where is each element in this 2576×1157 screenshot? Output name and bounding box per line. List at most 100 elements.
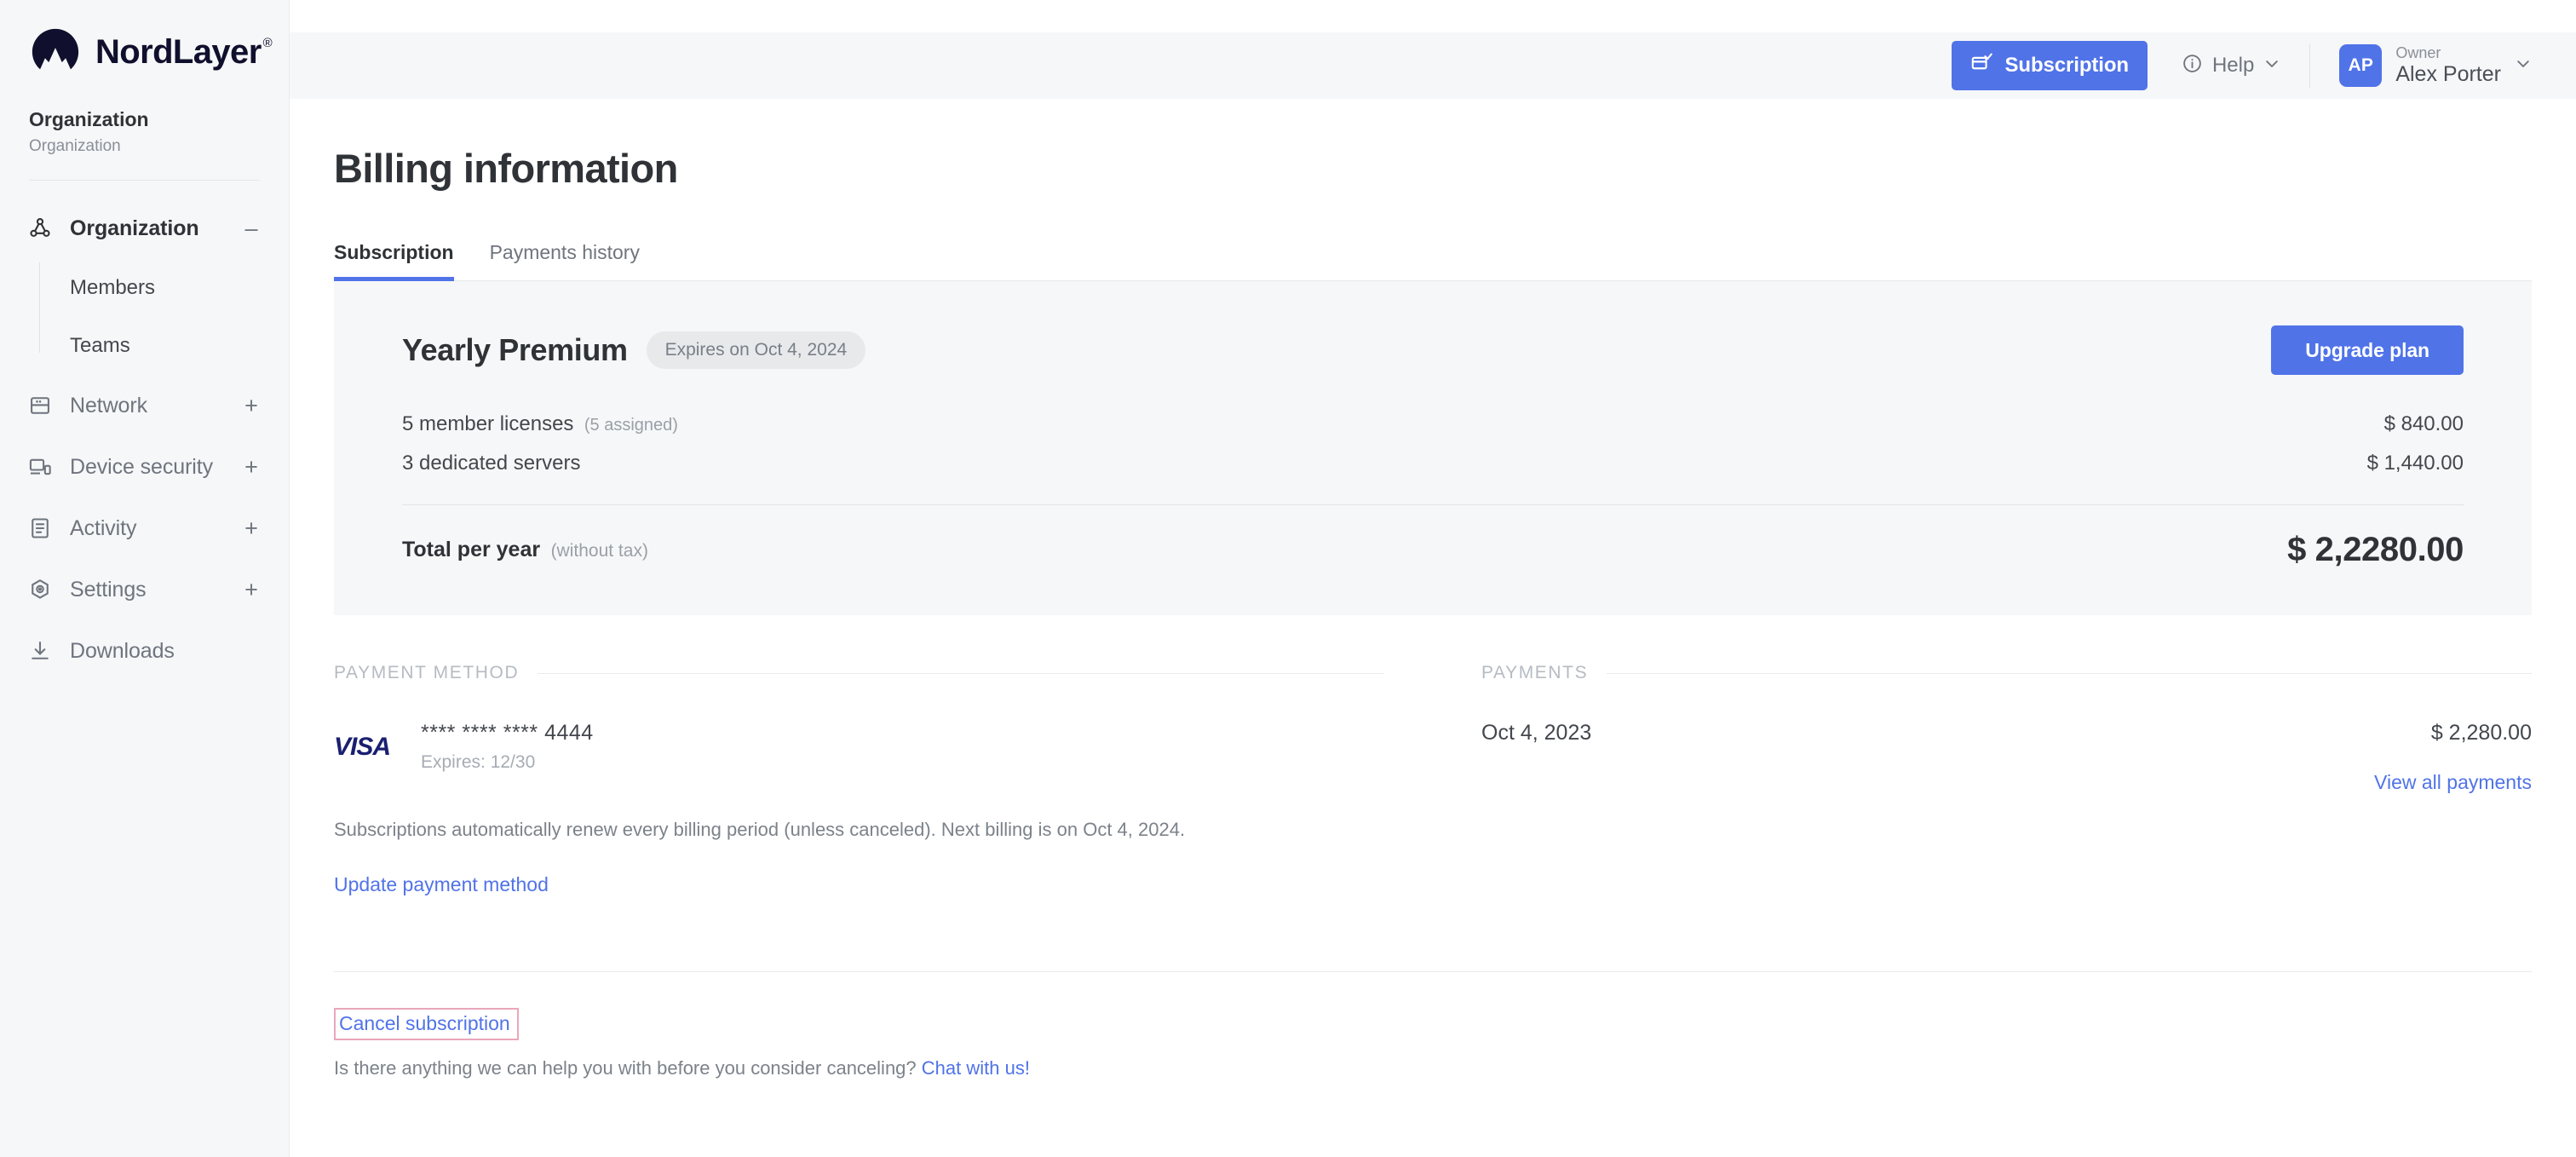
sidebar: NordLayer ® Organization Organization Or… <box>0 0 290 1157</box>
payment-amount: $ 2,280.00 <box>2430 721 2532 745</box>
card-details: **** **** **** 4444 Expires: 12/30 <box>421 721 594 773</box>
info-circle-icon <box>2182 53 2203 78</box>
tab-label: Subscription <box>334 241 454 263</box>
line-item-label: 3 dedicated servers <box>402 452 581 475</box>
cancel-help-question: Is there anything we can help you with b… <box>334 1057 917 1079</box>
chevron-down-icon <box>2515 55 2532 77</box>
visa-logo-icon: VISA <box>334 732 391 761</box>
sidebar-item-downloads[interactable]: Downloads <box>0 620 289 682</box>
cancel-subscription-highlight: Cancel subscription <box>334 1008 519 1040</box>
expand-toggle-icon[interactable]: + <box>243 578 260 602</box>
plan-total-left: Total per year (without tax) <box>402 538 648 562</box>
nordlayer-logo-icon <box>32 28 79 70</box>
brand-wordmark: NordLayer ® <box>95 35 273 69</box>
line-item-note: (5 assigned) <box>584 416 678 435</box>
settings-icon <box>26 578 55 602</box>
sidebar-item-label: Settings <box>70 577 147 602</box>
total-note: (without tax) <box>550 541 648 561</box>
line-item-amount: $ 1,440.00 <box>2366 452 2464 475</box>
plan-header-left: Yearly Premium Expires on Oct 4, 2024 <box>402 331 866 369</box>
chevron-down-icon <box>2263 55 2280 77</box>
saved-card: VISA **** **** **** 4444 Expires: 12/30 <box>334 721 1384 773</box>
sidebar-item-label: Organization <box>70 216 199 240</box>
plan-total-row: Total per year (without tax) $ 2,2280.00 <box>402 531 2464 569</box>
payments-title: PAYMENTS <box>1481 663 1589 682</box>
org-subtitle: Organization <box>29 136 121 155</box>
line-item-left: 3 dedicated servers <box>402 452 587 475</box>
tab-label: Payments history <box>489 241 640 263</box>
sidebar-subnav-organization: Members Teams <box>0 259 289 375</box>
view-all-payments-link[interactable]: View all payments <box>2374 771 2532 793</box>
sidebar-item-teams[interactable]: Teams <box>0 317 289 375</box>
sidebar-item-network[interactable]: Network + <box>0 375 289 436</box>
payment-method-title: PAYMENT METHOD <box>334 663 520 682</box>
app-root: NordLayer ® Organization Organization Or… <box>0 0 2576 1157</box>
renewal-note: Subscriptions automatically renew every … <box>334 819 1186 840</box>
main-area: Subscription Help AP Owner Alex Porter B… <box>290 0 2576 1157</box>
view-all-payments-wrap: View all payments <box>1481 771 2532 794</box>
cancel-subscription-section: Cancel subscription Is there anything we… <box>334 1008 1030 1079</box>
section-rule <box>538 672 1384 674</box>
upgrade-plan-button[interactable]: Upgrade plan <box>2271 325 2464 375</box>
tab-subscription[interactable]: Subscription <box>334 241 454 281</box>
sidebar-item-organization[interactable]: Organization – <box>0 198 289 259</box>
plan-expiry-badge: Expires on Oct 4, 2024 <box>646 331 866 369</box>
organization-icon <box>26 216 55 240</box>
sidebar-item-device-security[interactable]: Device security + <box>0 436 289 498</box>
collapse-toggle-icon[interactable]: – <box>243 216 260 240</box>
cancel-help-note: Is there anything we can help you with b… <box>334 1057 1030 1079</box>
plan-line-items: 5 member licenses (5 assigned) $ 840.00 … <box>402 412 2464 475</box>
line-item-row: 5 member licenses (5 assigned) $ 840.00 <box>402 412 2464 436</box>
payment-method-section: PAYMENT METHOD VISA **** **** **** 4444 … <box>334 663 1384 896</box>
tab-bar: Subscription Payments history <box>334 241 2532 281</box>
device-security-icon <box>26 455 55 479</box>
sidebar-item-label: Activity <box>70 515 137 540</box>
update-payment-method-link-wrap: Update payment method <box>334 873 1384 896</box>
brand-trademark: ® <box>262 36 273 50</box>
update-payment-method-link[interactable]: Update payment method <box>334 873 549 895</box>
upgrade-plan-label: Upgrade plan <box>2305 338 2429 361</box>
expand-toggle-icon[interactable]: + <box>243 394 260 417</box>
page-content: Billing information Subscription Payment… <box>290 99 2576 1157</box>
card-number-masked: **** **** **** 4444 <box>421 721 594 745</box>
payments-header: PAYMENTS <box>1481 663 2532 683</box>
cancel-subscription-link[interactable]: Cancel subscription <box>339 1012 510 1034</box>
chat-with-us-link[interactable]: Chat with us! <box>922 1057 1030 1079</box>
sidebar-item-members[interactable]: Members <box>0 259 289 317</box>
brand-name: NordLayer <box>95 33 262 71</box>
payment-method-header: PAYMENT METHOD <box>334 663 1384 683</box>
user-menu[interactable]: AP Owner Alex Porter <box>2310 44 2532 87</box>
line-item-amount: $ 840.00 <box>2383 412 2464 435</box>
expand-toggle-icon[interactable]: + <box>243 516 260 540</box>
sidebar-subitem-label: Teams <box>70 334 130 358</box>
subscription-button[interactable]: Subscription <box>1952 41 2148 90</box>
plan-total-divider <box>402 504 2464 505</box>
sidebar-item-label: Device security <box>70 454 213 479</box>
total-amount: $ 2,2280.00 <box>2287 531 2464 568</box>
sidebar-item-label: Network <box>70 393 147 417</box>
sidebar-item-label: Downloads <box>70 638 175 663</box>
user-role: Owner <box>2395 43 2441 61</box>
expand-toggle-icon[interactable]: + <box>243 455 260 479</box>
sidebar-item-activity[interactable]: Activity + <box>0 498 289 559</box>
org-summary: Organization Organization <box>0 78 289 158</box>
footer-divider <box>334 971 2532 972</box>
top-bar: Subscription Help AP Owner Alex Porter <box>290 32 2576 99</box>
subscription-button-label: Subscription <box>2004 54 2129 77</box>
plan-header: Yearly Premium Expires on Oct 4, 2024 Up… <box>402 325 2464 375</box>
card-expiry: Expires: 12/30 <box>421 752 536 772</box>
line-item-label: 5 member licenses <box>402 412 574 435</box>
sidebar-subitem-label: Members <box>70 276 156 300</box>
line-item-left: 5 member licenses (5 assigned) <box>402 412 678 436</box>
tab-payments-history[interactable]: Payments history <box>490 241 640 281</box>
user-name: Alex Porter <box>2395 62 2501 87</box>
sidebar-nav: Organization – Members Teams Network + D… <box>0 181 289 682</box>
sidebar-item-settings[interactable]: Settings + <box>0 559 289 620</box>
total-label: Total per year <box>402 538 541 561</box>
downloads-icon <box>26 639 55 663</box>
help-menu[interactable]: Help <box>2148 53 2309 78</box>
org-name: Organization <box>29 108 149 130</box>
plan-name: Yearly Premium <box>402 332 628 367</box>
activity-icon <box>26 516 55 540</box>
brand-logo[interactable]: NordLayer ® <box>0 0 289 78</box>
